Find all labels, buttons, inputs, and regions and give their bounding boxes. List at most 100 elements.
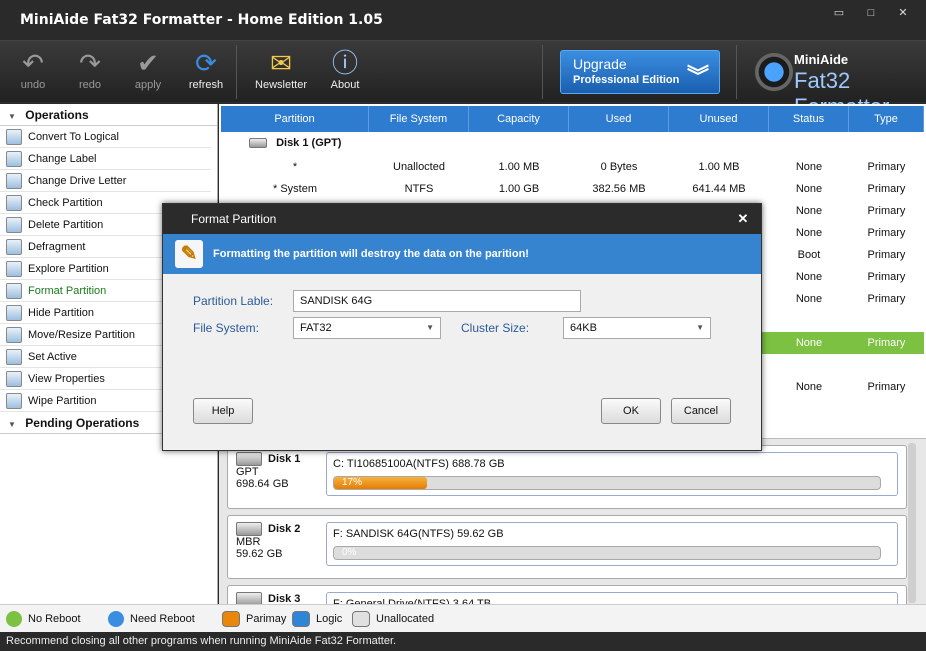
need-reboot-label: Need Reboot [130,613,195,625]
drive-letter-icon [6,173,22,189]
delete-icon [6,217,22,233]
warning-banner: ✎ Formatting the partition will destroy … [163,234,761,274]
table-cell: Primary [867,249,906,261]
minimize-button[interactable]: ▭ [824,4,854,22]
about-label: About [330,79,360,91]
dialog-close-icon[interactable]: ✕ [725,204,761,234]
disk-name: Disk 2 [268,522,301,535]
primary-swatch [222,611,240,627]
close-button[interactable]: ✕ [888,4,918,22]
unallocated-swatch [352,611,370,627]
table-cell: None [795,227,823,239]
table-cell: 1.00 MB [698,161,740,173]
operations-title: Operations [25,108,89,122]
collapse-triangle-icon: ▼ [8,112,16,121]
usage-fill: 0% [342,547,357,558]
column-header-file-system[interactable]: File System [369,106,469,132]
sidebar-item-change-label[interactable]: Change Label [0,148,211,170]
sidebar-item-change-drive-letter[interactable]: Change Drive Letter [0,170,211,192]
legend-no-reboot: No Reboot [6,611,81,627]
toolbar-divider [542,45,543,99]
refresh-icon: ⟳ [195,48,217,78]
toolbar-divider [736,45,737,99]
vertical-scrollbar[interactable] [908,443,916,603]
legend-unallocated: Unallocated [352,611,434,627]
table-cell: 1.00 MB [498,161,540,173]
dialog-title-bar: Format Partition ✕ [163,204,761,234]
disk-info: Disk 1 GPT 698.64 GB [236,452,321,490]
double-chevron-down-icon: ︾ [686,64,709,89]
column-header-type[interactable]: Type [849,106,924,132]
column-header-partition[interactable]: Partition [221,106,369,132]
sidebar-item-label: Format Partition [28,285,107,297]
hard-disk-icon [236,452,262,466]
legend-logic: Logic [292,611,342,627]
apply-button[interactable]: ✔ apply [123,47,173,99]
table-cell: None [795,271,823,283]
undo-button[interactable]: ↶ undo [8,47,58,99]
table-cell: 0 Bytes [600,161,638,173]
table-cell: 382.56 MB [592,183,646,195]
gear-logo-icon [752,50,796,94]
column-header-used[interactable]: Used [569,106,669,132]
partition-label-input[interactable]: SANDISK 64G [293,290,581,312]
table-cell: None [795,293,823,305]
disk-group-row[interactable]: Disk 1 (GPT) [249,137,341,149]
set-active-icon [6,349,22,365]
app-title: MiniAide Fat32 Formatter - Home Edition … [20,12,383,28]
partition-label-label: Partition Lable: [193,294,274,308]
column-header-capacity[interactable]: Capacity [469,106,569,132]
hard-disk-icon [236,522,262,536]
about-button[interactable]: ⓘ About [320,47,370,99]
no-reboot-icon [6,611,22,627]
cluster-size-value: 64KB [570,322,597,334]
title-bar: MiniAide Fat32 Formatter - Home Edition … [0,0,926,40]
maximize-button[interactable]: □ [856,4,886,22]
dropdown-arrow-icon: ▼ [426,323,434,332]
column-header-unused[interactable]: Unused [669,106,769,132]
brand-name: MiniAide [794,52,849,67]
column-header-status[interactable]: Status [769,106,849,132]
disk-card[interactable]: Disk 2 MBR 59.62 GB F: SANDISK 64G(NTFS) 59… [227,515,907,579]
cancel-button[interactable]: Cancel [671,398,731,424]
table-cell: Primary [867,337,906,349]
partition-label: C: TI10685100A(NTFS) 688.78 GB [333,458,505,470]
sidebar-item-label: Change Drive Letter [28,175,127,187]
sidebar-item-label: Convert To Logical [28,131,119,143]
unallocated-label: Unallocated [376,613,435,625]
need-reboot-icon [108,611,124,627]
sidebar-item-label: Move/Resize Partition [28,329,135,341]
redo-button[interactable]: ↷ redo [65,47,115,99]
file-system-value: FAT32 [300,322,332,334]
partition-block[interactable]: F: SANDISK 64G(NTFS) 59.62 GB 0% [326,522,898,566]
redo-label: redo [78,79,102,91]
partition-block[interactable]: C: TI10685100A(NTFS) 688.78 GB 17% [326,452,898,496]
envelope-icon: ✉ [270,48,292,78]
upgrade-button[interactable]: Upgrade Professional Edition ︾ [560,50,720,94]
table-row[interactable]: * Unallocted 1.00 MB 0 Bytes 1.00 MB None Prim… [221,156,924,178]
refresh-button[interactable]: ⟳ refresh [181,47,231,99]
newsletter-button[interactable]: ✉ Newsletter [254,47,308,99]
help-button[interactable]: Help [193,398,253,424]
disk-card[interactable]: Disk 1 GPT 698.64 GB C: TI10685100A(NTFS) 6… [227,445,907,509]
table-cell: None [795,183,823,195]
sidebar-item-convert-to-logical[interactable]: Convert To Logical [0,126,211,148]
table-cell: Primary [867,205,906,217]
upgrade-label: Upgrade [573,56,627,72]
usage-bar: 17% [333,476,881,490]
dialog-title: Format Partition [191,212,277,226]
ok-button[interactable]: OK [601,398,661,424]
operations-header[interactable]: ▼ Operations [0,104,217,126]
undo-label: undo [20,79,46,91]
table-cell: Unallocted [393,161,445,173]
info-icon: ⓘ [331,48,358,78]
table-row[interactable]: * System NTFS 1.00 GB 382.56 MB 641.44 MB Non… [221,178,924,200]
upgrade-edition-label: Professional Edition [573,74,680,86]
sidebar-item-label: Hide Partition [28,307,95,319]
disk-info: Disk 2 MBR 59.62 GB [236,522,321,560]
cluster-size-select[interactable]: 64KB ▼ [563,317,711,339]
file-system-select[interactable]: FAT32 ▼ [293,317,441,339]
redo-icon: ↷ [79,48,101,78]
apply-label: apply [134,79,162,91]
status-bar: Recommend closing all other programs whe… [0,632,926,651]
